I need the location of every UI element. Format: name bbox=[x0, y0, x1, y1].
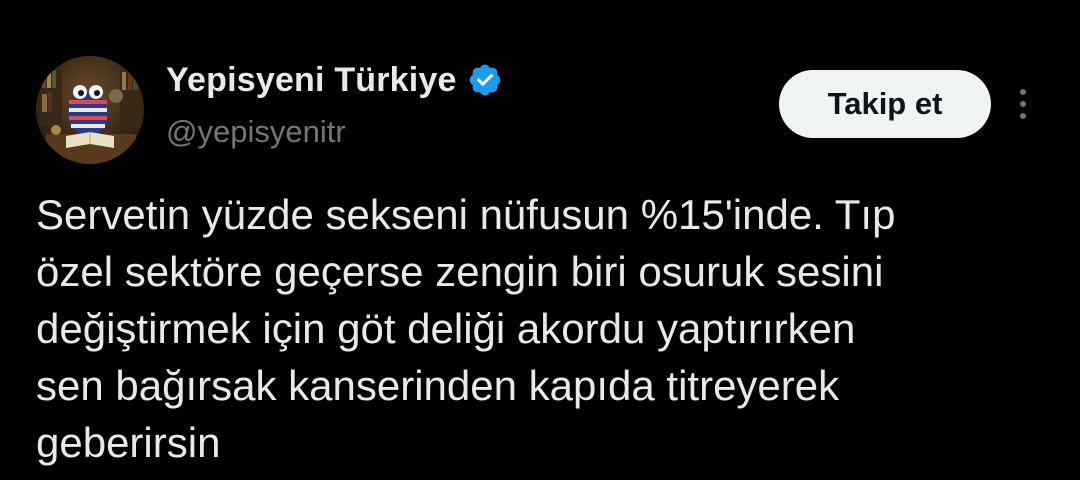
tweet-card: Yepisyeni Türkiye @yepisyenitr Takip et … bbox=[0, 0, 1080, 480]
tweet-text-line: özel sektöre geçerse zengin biri osuruk … bbox=[36, 248, 884, 295]
follow-button[interactable]: Takip et bbox=[779, 70, 991, 138]
tweet-text-line: sen bağırsak kanserinden kapıda titreyer… bbox=[36, 362, 840, 409]
more-options-button[interactable] bbox=[1008, 82, 1038, 126]
author-display-name[interactable]: Yepisyeni Türkiye bbox=[166, 61, 457, 100]
avatar-image bbox=[36, 56, 144, 164]
tweet-text: Servetin yüzde sekseni nüfusun %15'inde.… bbox=[36, 186, 1046, 471]
tweet-text-line: Servetin yüzde sekseni nüfusun %15'inde.… bbox=[36, 191, 896, 238]
verified-badge-icon[interactable] bbox=[467, 62, 503, 98]
tweet-text-line: geberirsin bbox=[36, 419, 221, 466]
author-handle[interactable]: @yepisyenitr bbox=[166, 114, 346, 150]
tweet-text-line: değiştirmek için göt deliği akordu yaptı… bbox=[36, 305, 856, 352]
more-vertical-icon bbox=[1020, 89, 1026, 119]
avatar[interactable] bbox=[36, 56, 144, 164]
author-name-row: Yepisyeni Türkiye bbox=[166, 56, 503, 104]
